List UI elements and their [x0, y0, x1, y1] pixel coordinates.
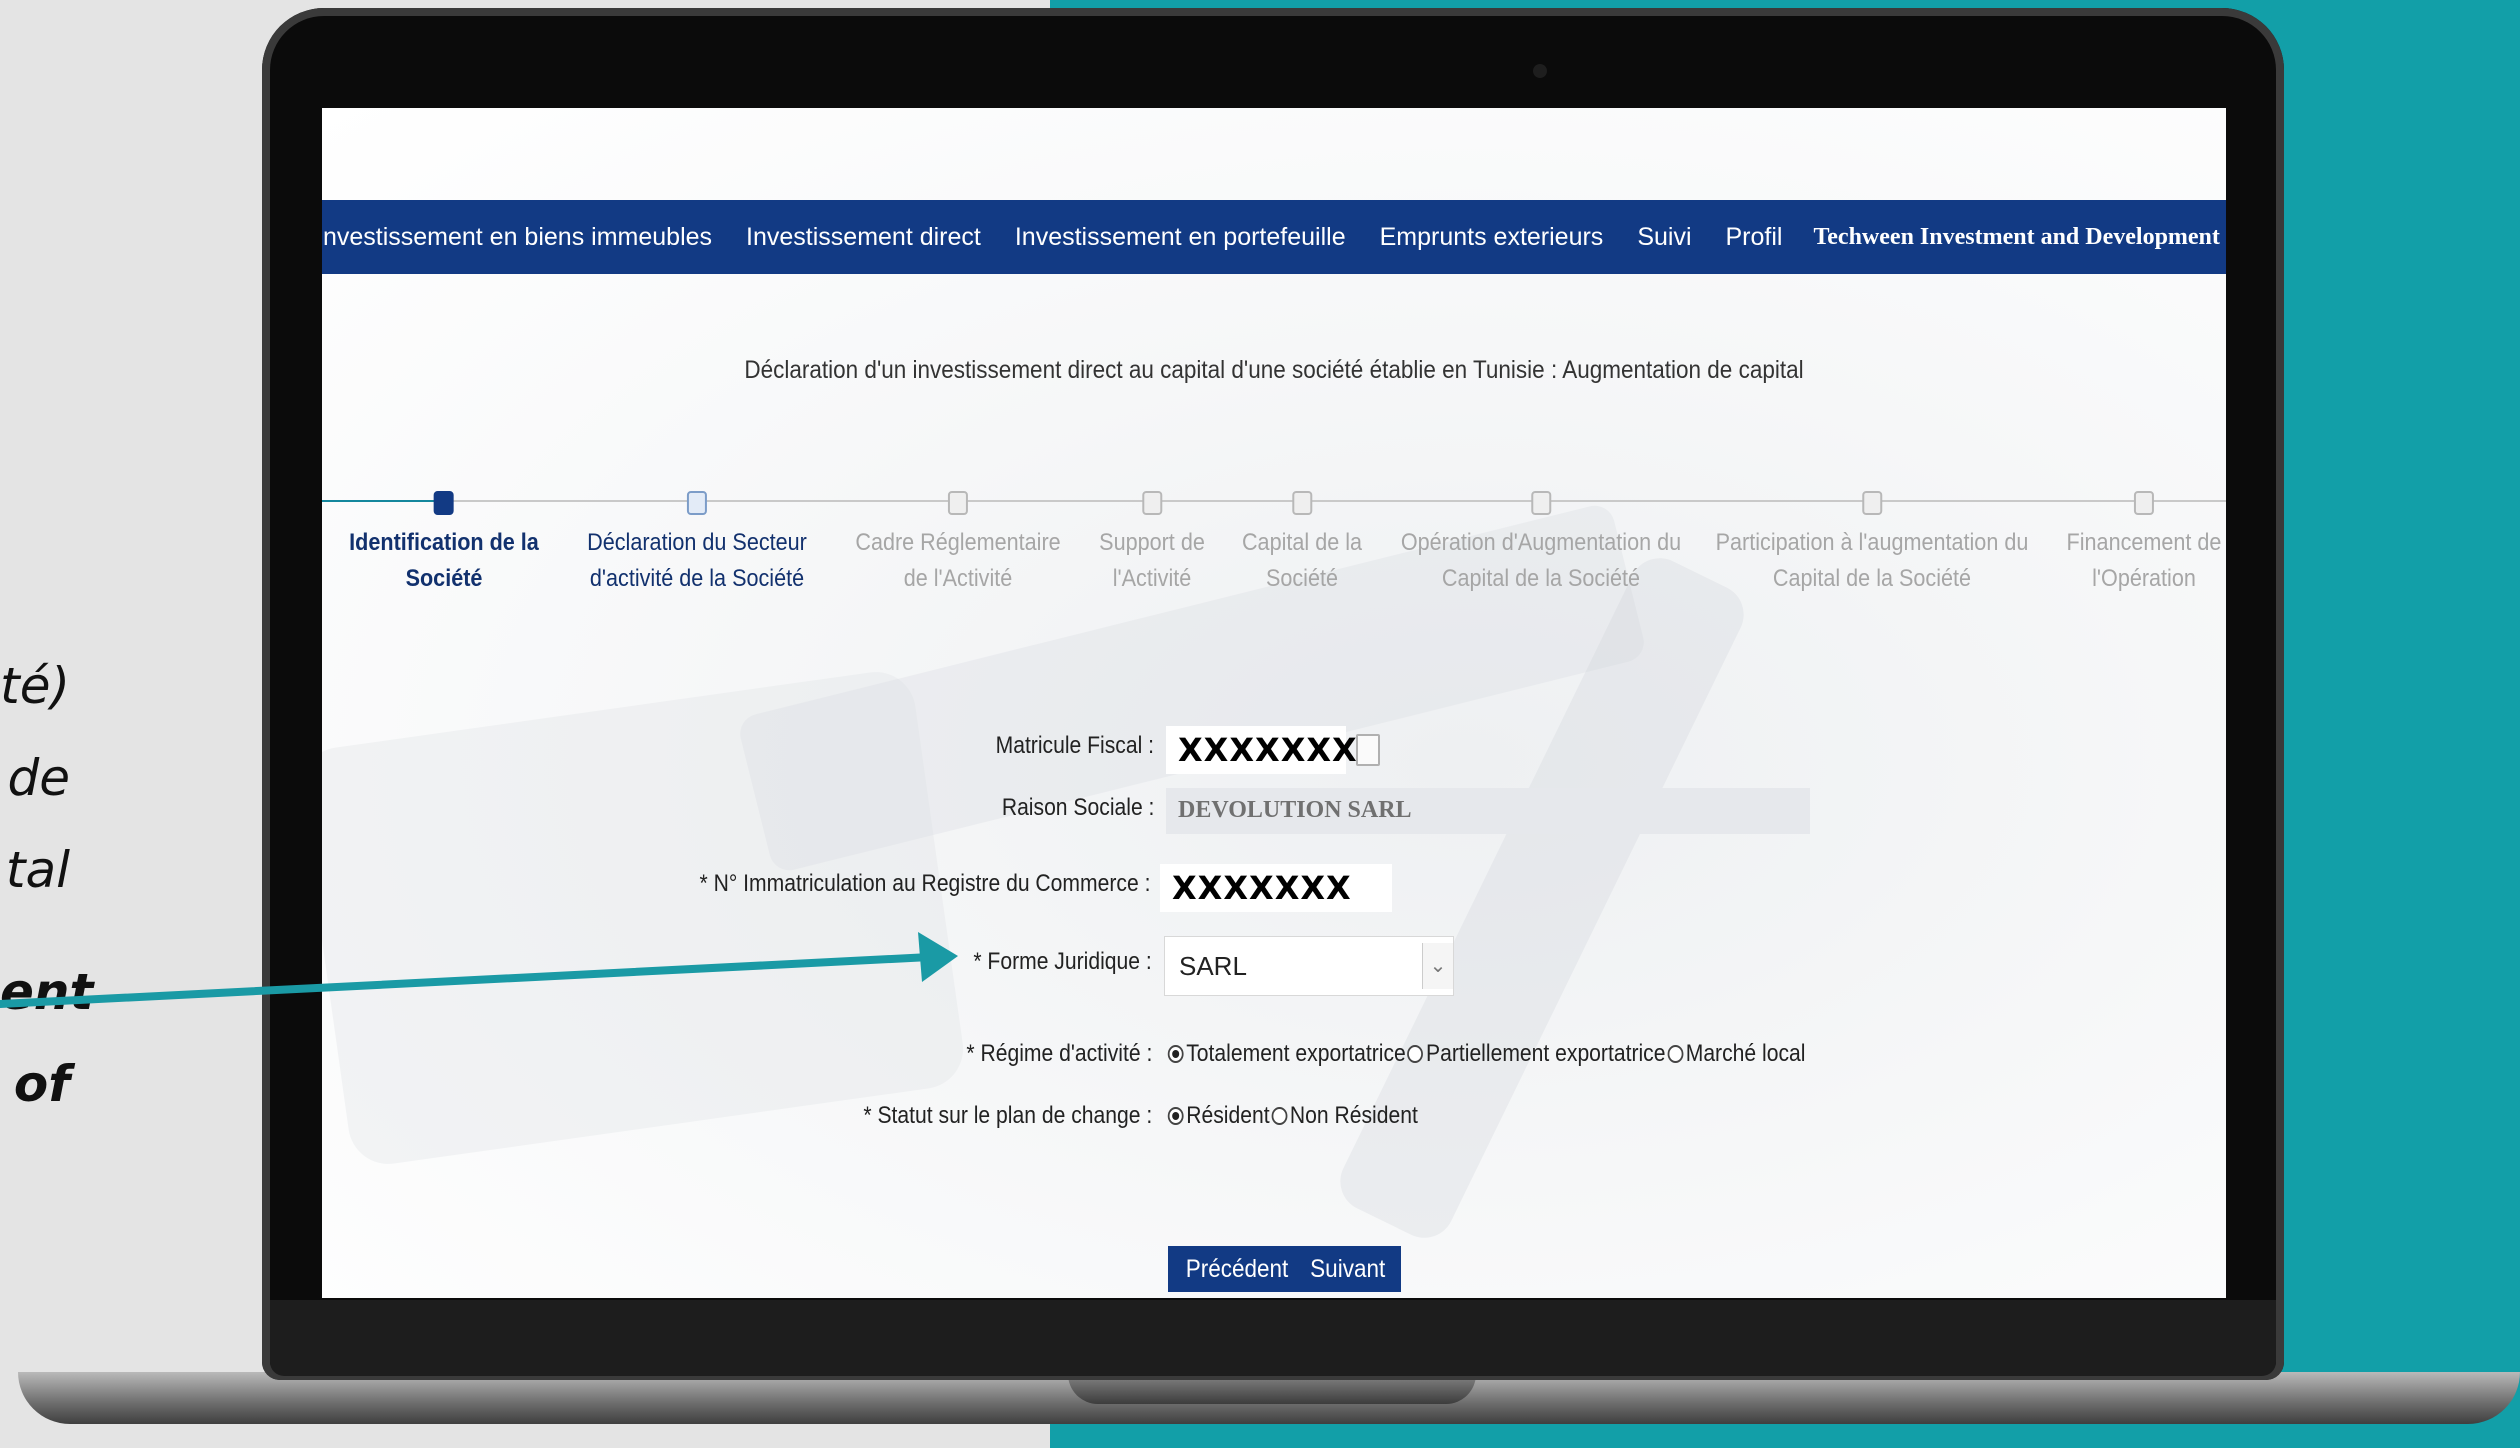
next-button[interactable]: Suivant	[1305, 1255, 1391, 1284]
laptop-bottom-bezel	[270, 1300, 2276, 1376]
radio-label: Non Résident	[1289, 1102, 1418, 1129]
side-caption-text: té) de tal ent of	[0, 640, 120, 1130]
radio-label: Marché local	[1685, 1040, 1806, 1067]
caption-line: ent	[0, 963, 94, 1021]
radio-label: Totalement exportatrice	[1186, 1040, 1406, 1067]
forme-juridique-value: SARL	[1179, 951, 1247, 981]
statut-change-label: * Statut sur le plan de change :	[863, 1102, 1152, 1129]
radio-resident[interactable]	[1167, 1107, 1184, 1125]
raison-sociale-field: DEVOLUTION SARL	[1166, 788, 1810, 834]
regime-activite-radio-group: Totalement exportatrice Partiellement ex…	[1166, 1040, 1805, 1068]
caption-line: of	[13, 1055, 70, 1113]
chevron-down-icon[interactable]: ⌄	[1422, 943, 1453, 989]
statut-change-radio-group: Résident Non Résident	[1166, 1102, 1418, 1130]
radio-marche-local[interactable]	[1667, 1045, 1684, 1063]
registre-commerce-label: * N° Immatriculation au Registre du Comm…	[699, 870, 1150, 897]
registre-commerce-field[interactable]: XXXXXXX	[1160, 864, 1392, 912]
wizard-navigation-buttons: Précédent Suivant	[1168, 1246, 1402, 1292]
regime-activite-label: * Régime d'activité :	[966, 1040, 1152, 1067]
matricule-fiscal-label: Matricule Fiscal :	[995, 732, 1154, 759]
forme-juridique-select[interactable]: SARL ⌄	[1164, 936, 1454, 996]
laptop-screen: Investissement en biens immeubles Invest…	[322, 108, 2226, 1298]
company-identification-form: Matricule Fiscal : XXXXXXX Raison Social…	[322, 108, 2226, 1298]
radio-label: Résident	[1186, 1102, 1270, 1129]
caption-line: tal	[5, 841, 70, 899]
matricule-fiscal-field[interactable]: XXXXXXX	[1166, 726, 1357, 774]
previous-button[interactable]: Précédent	[1180, 1255, 1293, 1284]
document-icon[interactable]	[1356, 734, 1380, 766]
radio-partiellement-exportatrice[interactable]	[1407, 1045, 1424, 1063]
caption-line: té)	[0, 657, 70, 715]
camera-icon	[1533, 64, 1547, 78]
radio-label: Partiellement exportatrice	[1426, 1040, 1666, 1067]
radio-totalement-exportatrice[interactable]	[1167, 1045, 1184, 1063]
caption-line: de	[7, 749, 71, 807]
raison-sociale-label: Raison Sociale :	[1001, 794, 1154, 821]
forme-juridique-label: * Forme Juridique :	[973, 948, 1152, 975]
radio-non-resident[interactable]	[1271, 1107, 1288, 1125]
